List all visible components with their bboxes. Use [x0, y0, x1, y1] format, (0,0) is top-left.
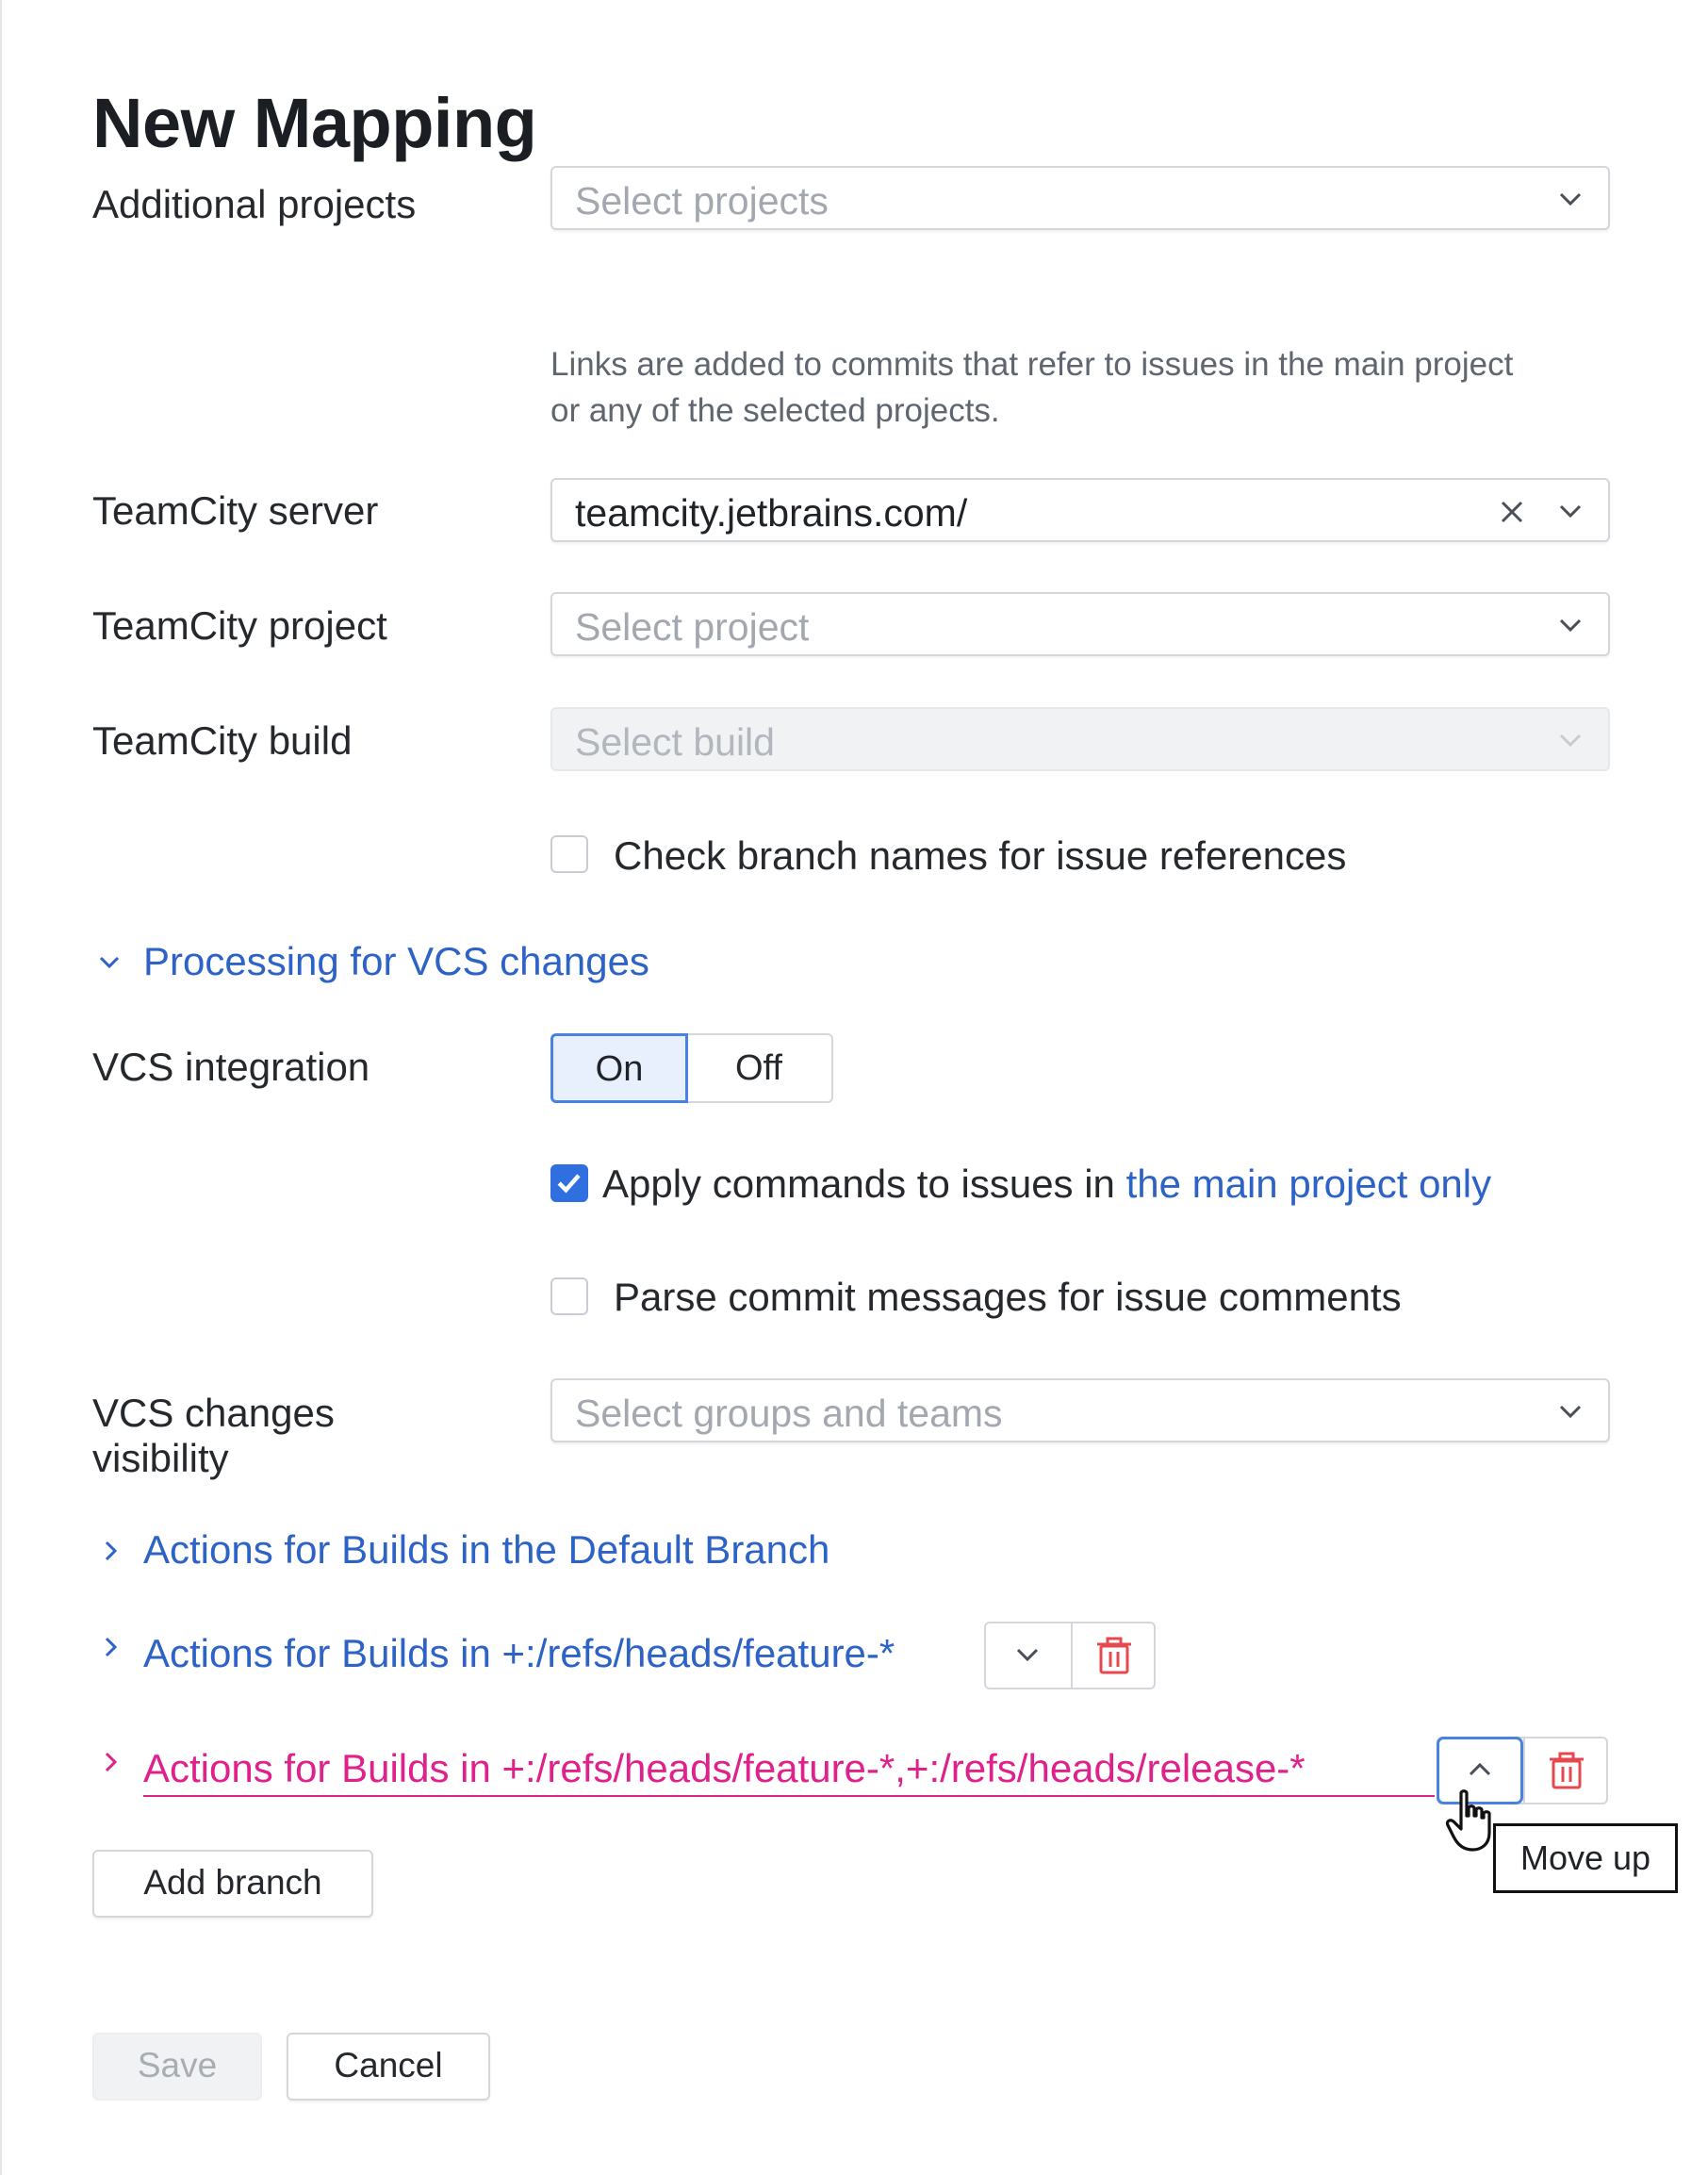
hint-line-1: Links are added to commits that refer to…: [550, 346, 1514, 383]
parse-commits-checkbox[interactable]: [550, 1277, 588, 1315]
chevron-down-icon: [1559, 504, 1582, 519]
tooltip-move-up: Move up: [1493, 1823, 1678, 1893]
teamcity-build-label: TeamCity build: [92, 718, 353, 763]
branch-feature-actions: [984, 1622, 1156, 1689]
chevron-down-icon[interactable]: [98, 951, 121, 974]
chevron-down-icon: [1559, 1405, 1582, 1419]
check-branch-names-checkbox[interactable]: [550, 835, 588, 873]
additional-projects-label: Additional projects: [92, 182, 417, 226]
vcs-visibility-label: VCS changes visibility: [92, 1391, 335, 1481]
vcs-visibility-label-line2: visibility: [92, 1436, 229, 1480]
chevron-right-icon[interactable]: [100, 1636, 123, 1658]
vcs-visibility-placeholder: Select groups and teams: [575, 1392, 1003, 1435]
apply-commands-label-text: Apply commands to issues in: [602, 1162, 1126, 1206]
trash-icon[interactable]: [1525, 1738, 1608, 1803]
additional-projects-placeholder: Select projects: [575, 179, 829, 222]
vcs-integration-label: VCS integration: [92, 1045, 370, 1089]
clear-icon[interactable]: [1497, 497, 1527, 527]
chevron-down-icon: [1559, 192, 1582, 206]
teamcity-project-label: TeamCity project: [92, 603, 387, 648]
cancel-button[interactable]: Cancel: [287, 2033, 490, 2101]
add-branch-button[interactable]: Add branch: [92, 1850, 373, 1918]
teamcity-build-placeholder: Select build: [575, 720, 775, 764]
branch-section-default[interactable]: Actions for Builds in the Default Branch: [143, 1527, 829, 1573]
chevron-right-icon[interactable]: [100, 1751, 123, 1773]
vcs-integration-on-button[interactable]: On: [550, 1033, 688, 1103]
additional-projects-select[interactable]: Select projects: [550, 166, 1610, 230]
additional-projects-hint: Links are added to commits that refer to…: [550, 341, 1513, 434]
teamcity-build-select: Select build: [550, 707, 1610, 771]
move-down-button[interactable]: [986, 1623, 1071, 1688]
teamcity-project-select[interactable]: Select project: [550, 592, 1610, 656]
save-button[interactable]: Save: [92, 2033, 262, 2101]
teamcity-server-value: teamcity.jetbrains.com/: [575, 491, 968, 535]
chevron-right-icon[interactable]: [100, 1540, 123, 1562]
hint-line-2: or any of the selected projects.: [550, 392, 1000, 429]
chevron-down-icon: [1559, 618, 1582, 633]
teamcity-server-label: TeamCity server: [92, 488, 379, 533]
parse-commits-label: Parse commit messages for issue comments: [614, 1275, 1402, 1319]
chevron-down-icon: [1559, 733, 1582, 748]
teamcity-project-placeholder: Select project: [575, 605, 810, 649]
check-branch-names-label: Check branch names for issue references: [614, 833, 1347, 878]
vcs-integration-off-button[interactable]: Off: [686, 1033, 833, 1103]
processing-section-toggle[interactable]: Processing for VCS changes: [143, 939, 649, 984]
branch-section-feature[interactable]: Actions for Builds in +:/refs/heads/feat…: [143, 1631, 895, 1676]
main-project-only-link[interactable]: the main project only: [1126, 1162, 1492, 1206]
teamcity-server-select[interactable]: teamcity.jetbrains.com/: [550, 478, 1610, 542]
trash-icon[interactable]: [1073, 1623, 1156, 1688]
branch-section-feature-release[interactable]: Actions for Builds in +:/refs/heads/feat…: [143, 1746, 1435, 1797]
vcs-visibility-select[interactable]: Select groups and teams: [550, 1378, 1610, 1442]
page-title: New Mapping: [92, 84, 537, 162]
checkmark-icon: [557, 1174, 581, 1194]
apply-commands-checkbox[interactable]: [550, 1164, 588, 1202]
vcs-visibility-label-line1: VCS changes: [92, 1391, 335, 1435]
apply-commands-label: Apply commands to issues in the main pro…: [602, 1162, 1491, 1207]
